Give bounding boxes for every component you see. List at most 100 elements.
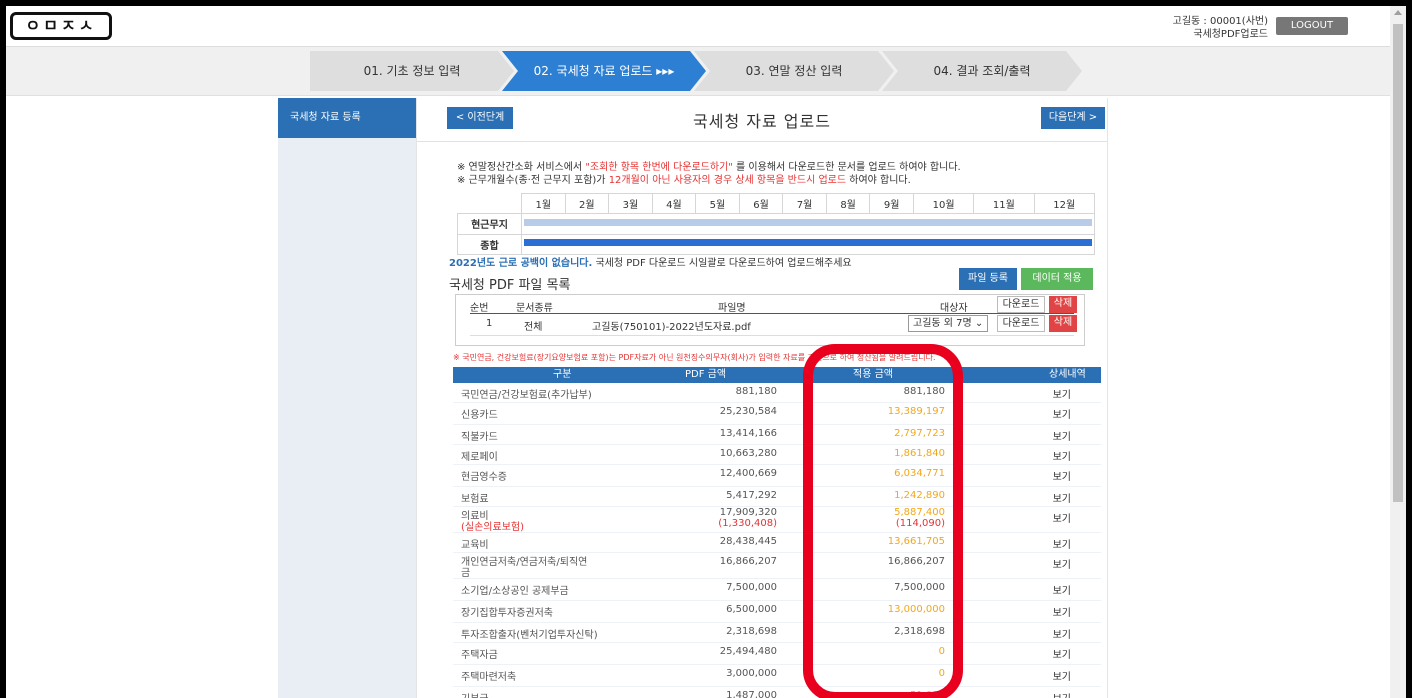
amount-row: 현금영수증 12,400,669 6,034,771 보기 bbox=[453, 465, 1101, 487]
amount-row: 보험료 5,417,292 1,242,890 보기 bbox=[453, 487, 1101, 507]
applied-amount: 5,887,400 bbox=[894, 507, 945, 518]
amount-category: 주택마련저축 bbox=[461, 672, 517, 683]
view-detail-link[interactable]: 보기 bbox=[1053, 386, 1071, 401]
applied-amount: 2,318,698 bbox=[894, 626, 945, 637]
month-cell: 2월 bbox=[564, 192, 610, 215]
pdf-amount: 12,400,669 bbox=[719, 468, 777, 479]
view-detail-link[interactable]: 보기 bbox=[1053, 468, 1071, 483]
target-select[interactable]: 고길동 외 7명 ⌄ bbox=[908, 315, 988, 332]
sidebar: 국세청 자료 등록 bbox=[278, 98, 416, 698]
step-4-result-output[interactable]: 04. 결과 조회/출력 bbox=[882, 51, 1082, 91]
month-header-row: 1월 2월 3월 4월 5월 6월 7월 8월 9월 10월 11월 12월 bbox=[457, 192, 1096, 215]
logout-button[interactable]: LOGOUT bbox=[1276, 17, 1348, 35]
user-menu-label: 국세청PDF업로드 bbox=[1193, 29, 1268, 40]
amount-row: 직불카드 13,414,166 2,797,723 보기 bbox=[453, 425, 1101, 445]
file-row-doc-type: 전체 bbox=[524, 322, 543, 333]
step-2-nts-upload[interactable]: 02. 국세청 자료 업로드 ▸▸▸ bbox=[502, 51, 706, 91]
download-all-button[interactable]: 다운로드 bbox=[997, 296, 1045, 313]
data-apply-button[interactable]: 데이터 적용 bbox=[1021, 268, 1093, 290]
file-row-filename: 고길동(750101)-2022년도자료.pdf bbox=[592, 322, 751, 333]
pdf-amount: 10,663,280 bbox=[719, 448, 777, 459]
applied-amount: 881,180 bbox=[903, 386, 945, 397]
pdf-amount: 5,417,292 bbox=[726, 490, 777, 501]
view-detail-link[interactable]: 보기 bbox=[1053, 556, 1071, 571]
step-3-year-end-input[interactable]: 03. 연말 정산 입력 bbox=[694, 51, 894, 91]
view-detail-link[interactable]: 보기 bbox=[1053, 582, 1071, 597]
amount-row: 투자조합출자(벤처기업투자신탁) 2,318,698 2,318,698 보기 bbox=[453, 623, 1101, 643]
vertical-scrollbar[interactable] bbox=[1390, 6, 1406, 698]
applied-amount: 13,661,705 bbox=[887, 536, 945, 547]
amount-category: 개인연금저축/연금저축/퇴직연 bbox=[461, 557, 588, 568]
applied-amount-sub: (114,090) bbox=[895, 518, 945, 529]
month-cell: 12월 bbox=[1033, 192, 1096, 215]
applied-amount: 13,389,197 bbox=[887, 406, 945, 417]
amount-category: 기부금 bbox=[461, 690, 489, 698]
view-detail-link[interactable]: 보기 bbox=[1053, 668, 1071, 683]
view-detail-link[interactable]: 보기 bbox=[1053, 490, 1071, 505]
amount-row: 소기업/소상공인 공제부금 7,500,000 7,500,000 보기 bbox=[453, 579, 1101, 601]
view-detail-link[interactable]: 보기 bbox=[1053, 510, 1071, 525]
applied-amount: 1,861,840 bbox=[894, 448, 945, 459]
view-detail-link[interactable]: 보기 bbox=[1053, 604, 1071, 619]
header-target: 대상자 bbox=[940, 303, 968, 314]
row-label-total: 종합 bbox=[457, 233, 522, 256]
month-cell: 3월 bbox=[608, 192, 653, 215]
user-name: 고길동 : 00001(사번) bbox=[1172, 16, 1268, 27]
amount-category: 신용카드 bbox=[461, 410, 498, 421]
main-content: < 이전단계 국세청 자료 업로드 다음단계 > ※ 연말정산간소화 서비스에서… bbox=[416, 98, 1108, 698]
amount-row: 주택자금 25,494,480 0 보기 bbox=[453, 643, 1101, 665]
month-bar-total bbox=[524, 239, 1092, 246]
amount-category: 직불카드 bbox=[461, 432, 498, 443]
applied-amount: 6,034,771 bbox=[894, 468, 945, 479]
top-header: ㅇㅁㅈㅅ 고길동 : 00001(사번) 국세청PDF업로드 LOGOUT bbox=[6, 6, 1390, 46]
user-info: 고길동 : 00001(사번) 국세청PDF업로드 bbox=[1146, 15, 1268, 41]
header-applied-amount: 적용 금액 bbox=[853, 369, 893, 380]
applied-amount: 51,000 bbox=[910, 690, 945, 698]
pdf-amount: 6,500,000 bbox=[726, 604, 777, 615]
view-detail-link[interactable]: 보기 bbox=[1053, 536, 1071, 551]
gap-note: 2022년도 근로 공백이 없습니다. 국세청 PDF 다운로드 시일괄로 다운… bbox=[449, 258, 852, 269]
notice-work-months: ※ 근무개월수(종·전 근무지 포함)가 12개월이 아닌 사용자의 경우 상세… bbox=[457, 175, 911, 186]
view-detail-link[interactable]: 보기 bbox=[1053, 690, 1071, 698]
step-progress-bar: 01. 기초 정보 입력 02. 국세청 자료 업로드 ▸▸▸ 03. 연말 정… bbox=[6, 46, 1390, 96]
step-1-basic-info[interactable]: 01. 기초 정보 입력 bbox=[310, 51, 514, 91]
file-delete-button[interactable]: 삭제 bbox=[1049, 315, 1077, 332]
amount-category: 장기집합투자증권저축 bbox=[461, 608, 553, 619]
row-label-current: 현근무지 bbox=[457, 213, 522, 235]
view-detail-link[interactable]: 보기 bbox=[1053, 626, 1071, 641]
view-detail-link[interactable]: 보기 bbox=[1053, 448, 1071, 463]
header-no: 순번 bbox=[470, 303, 489, 314]
scroll-up-icon[interactable] bbox=[1394, 10, 1402, 15]
file-row-no: 1 bbox=[486, 318, 493, 329]
delete-all-button[interactable]: 삭제 bbox=[1049, 296, 1077, 313]
amount-table-body: 국민연금/건강보험료(추가납부) 881,180 881,180 보기 신용카드 25,2… bbox=[453, 383, 1101, 698]
sidebar-item-nts-register[interactable]: 국세청 자료 등록 bbox=[278, 98, 416, 138]
file-download-button[interactable]: 다운로드 bbox=[997, 315, 1045, 332]
chevron-down-icon: ⌄ bbox=[974, 318, 984, 329]
scrollbar-thumb[interactable] bbox=[1393, 24, 1403, 502]
amount-category: 국민연금/건강보험료(추가납부) bbox=[461, 390, 592, 401]
next-step-button[interactable]: 다음단계 > bbox=[1041, 107, 1105, 129]
month-cell: 11월 bbox=[973, 192, 1035, 215]
view-detail-link[interactable]: 보기 bbox=[1053, 428, 1071, 443]
applied-amount: 7,500,000 bbox=[894, 582, 945, 593]
month-cell: 7월 bbox=[782, 192, 827, 215]
applied-amount: 13,000,000 bbox=[887, 604, 945, 615]
amount-category-sub: (실손의료보험) bbox=[461, 522, 525, 533]
header-category: 구분 bbox=[553, 369, 572, 380]
amount-category: 제로페이 bbox=[461, 452, 498, 463]
view-detail-link[interactable]: 보기 bbox=[1053, 646, 1071, 661]
amount-row: 신용카드 25,230,584 13,389,197 보기 bbox=[453, 403, 1101, 425]
file-register-button[interactable]: 파일 등록 bbox=[959, 268, 1017, 290]
amount-category: 현금영수증 bbox=[461, 472, 507, 483]
pdf-amount: 25,494,480 bbox=[719, 646, 777, 657]
pdf-amount: 13,414,166 bbox=[719, 428, 777, 439]
month-cell: 5월 bbox=[695, 192, 740, 215]
month-cell: 9월 bbox=[869, 192, 914, 215]
view-detail-link[interactable]: 보기 bbox=[1053, 406, 1071, 421]
month-cell: 1월 bbox=[521, 192, 566, 215]
month-cell: 6월 bbox=[738, 192, 784, 215]
month-cell: 8월 bbox=[825, 192, 871, 215]
file-list-title: 국세청 PDF 파일 목록 bbox=[449, 278, 571, 293]
amount-row: 교육비 28,438,445 13,661,705 보기 bbox=[453, 533, 1101, 553]
